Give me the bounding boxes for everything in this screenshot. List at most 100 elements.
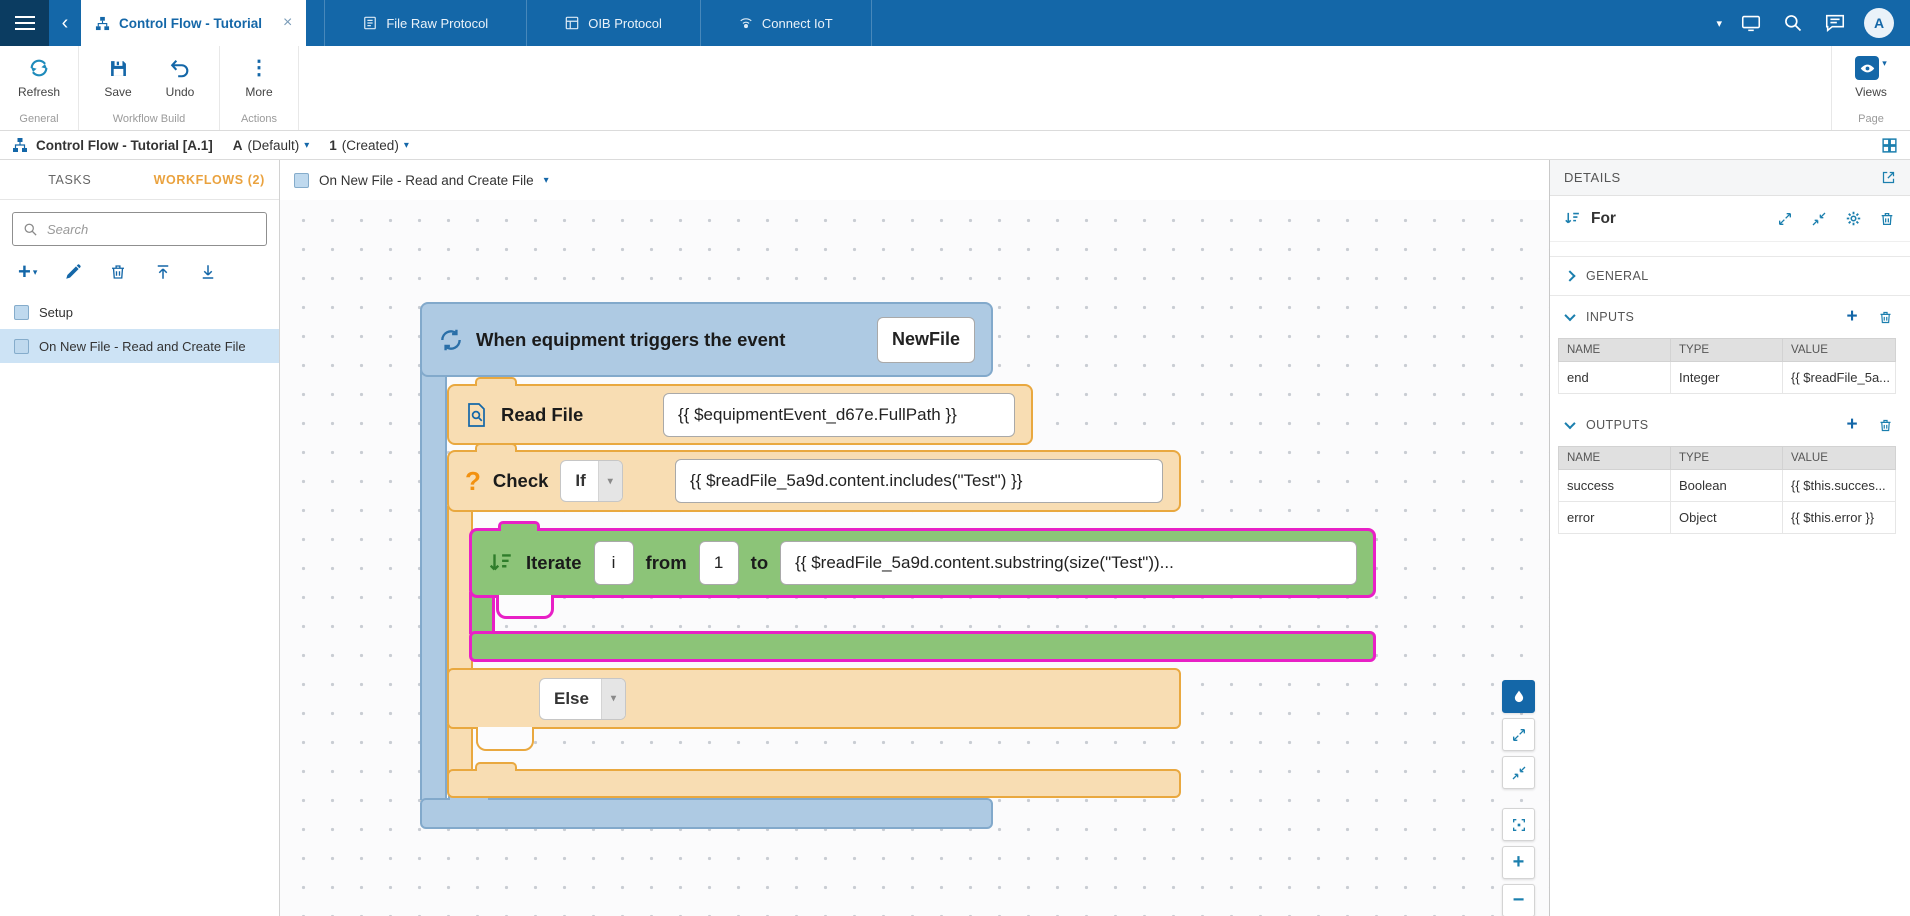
workflow-list: Setup On New File - Read and Create File — [0, 295, 279, 363]
column-header: TYPE — [1671, 447, 1783, 470]
version-selector[interactable]: A (Default) ▾ — [233, 138, 310, 153]
delete-workflow-button[interactable] — [109, 263, 127, 281]
collapse-node-icon[interactable] — [1810, 210, 1828, 228]
collapse-all-button[interactable] — [1502, 756, 1535, 789]
monitor-icon[interactable] — [1738, 10, 1764, 36]
table-row[interactable]: end Integer {{ $readFile_5a... — [1559, 362, 1896, 394]
table-row[interactable]: error Object {{ $this.error }} — [1559, 502, 1896, 534]
block-connector — [475, 443, 517, 452]
read-file-path-field[interactable]: {{ $equipmentEvent_d67e.FullPath }} — [663, 393, 1015, 437]
iterate-to-label: to — [751, 552, 768, 574]
popout-icon[interactable] — [1881, 170, 1896, 185]
section-outputs[interactable]: OUTPUTS + — [1550, 404, 1910, 446]
chevron-down-icon: ▾ — [33, 267, 38, 278]
zoom-out-button[interactable]: − — [1502, 884, 1535, 916]
back-button[interactable]: ‹ — [49, 0, 81, 46]
hamburger-menu-button[interactable] — [0, 0, 49, 46]
refresh-icon — [28, 56, 50, 80]
event-name-field[interactable]: NewFile — [877, 317, 975, 363]
arrow-up-to-line-icon — [154, 263, 172, 281]
back-icon: ‹ — [62, 12, 69, 35]
event-block-spine — [420, 370, 447, 800]
list-item-setup[interactable]: Setup — [0, 295, 279, 329]
refresh-button[interactable]: Refresh — [8, 53, 70, 110]
edit-workflow-button[interactable] — [64, 263, 82, 281]
undo-button[interactable]: Undo — [149, 53, 211, 110]
general-section-label: GENERAL — [1586, 269, 1649, 283]
else-selector[interactable]: Else ▾ — [539, 678, 626, 720]
save-button[interactable]: Save — [87, 53, 149, 110]
pencil-icon — [64, 263, 82, 281]
expand-all-button[interactable] — [1502, 718, 1535, 751]
add-input-button[interactable]: + — [1847, 308, 1859, 326]
avatar[interactable]: A — [1864, 8, 1894, 38]
workflow-actions: + ▾ — [0, 250, 279, 291]
iterate-block-spine — [469, 592, 495, 634]
read-file-block[interactable]: Read File {{ $equipmentEvent_d67e.FullPa… — [447, 384, 1033, 445]
ribbon-caption-general: General — [8, 110, 70, 127]
event-block[interactable]: When equipment triggers the event NewFil… — [420, 302, 993, 377]
output-value-cell[interactable]: {{ $this.succes... — [1783, 470, 1896, 502]
fit-view-button[interactable] — [1502, 808, 1535, 841]
tabs-overflow-chevron-icon[interactable]: ▾ — [1716, 17, 1722, 30]
check-block[interactable]: ? Check If ▾ {{ $readFile_5a9d.content.i… — [447, 450, 1181, 512]
tab-tasks[interactable]: TASKS — [0, 160, 140, 199]
input-value-cell[interactable]: {{ $readFile_5a... — [1783, 362, 1896, 394]
event-block-footer[interactable] — [420, 798, 993, 829]
section-general[interactable]: GENERAL — [1550, 256, 1910, 296]
section-inputs[interactable]: INPUTS + — [1550, 296, 1910, 338]
delete-node-icon[interactable] — [1878, 210, 1896, 228]
chevron-down-icon — [1564, 418, 1575, 429]
workflow-selector[interactable]: On New File - Read and Create File ▾ — [280, 160, 1549, 200]
revision-selector[interactable]: 1 (Created) ▾ — [329, 138, 409, 153]
add-output-button[interactable]: + — [1847, 416, 1859, 434]
grid-view-icon[interactable] — [1881, 137, 1898, 154]
page-title: Control Flow - Tutorial [A.1] — [36, 138, 213, 153]
add-workflow-button[interactable]: + ▾ — [18, 263, 37, 281]
settings-gear-icon[interactable] — [1844, 210, 1862, 228]
iterate-block[interactable]: Iterate i from 1 to {{ $readFile_5a9d.co… — [469, 528, 1376, 598]
iterate-variable-field[interactable]: i — [594, 541, 634, 585]
delete-input-button[interactable] — [1876, 308, 1894, 326]
hamburger-icon — [15, 12, 35, 34]
chat-icon[interactable] — [1822, 10, 1848, 36]
debug-drop-button[interactable] — [1502, 680, 1535, 713]
tab-control-flow-tutorial[interactable]: Control Flow - Tutorial × — [81, 0, 306, 46]
zoom-in-button[interactable]: + — [1502, 846, 1535, 879]
output-value-cell[interactable]: {{ $this.error }} — [1783, 502, 1896, 534]
table-row[interactable]: success Boolean {{ $this.succes... — [1559, 470, 1896, 502]
delete-output-button[interactable] — [1876, 416, 1894, 434]
chevron-right-icon — [1564, 270, 1575, 281]
ribbon-caption-workflow-build: Workflow Build — [87, 110, 211, 127]
search-icon[interactable] — [1780, 10, 1806, 36]
iterate-from-field[interactable]: 1 — [699, 541, 739, 585]
ribbon-caption-actions: Actions — [228, 110, 290, 127]
canvas-board[interactable]: When equipment triggers the event NewFil… — [280, 200, 1549, 916]
import-workflow-button[interactable] — [154, 263, 172, 281]
list-item-on-new-file[interactable]: On New File - Read and Create File — [0, 329, 279, 363]
tab-connect-iot[interactable]: Connect IoT — [701, 0, 872, 46]
expand-icon — [1511, 727, 1527, 743]
iterate-block-footer[interactable] — [469, 631, 1376, 662]
check-block-spine — [447, 724, 473, 774]
check-condition-field[interactable]: {{ $readFile_5a9d.content.includes("Test… — [675, 459, 1163, 503]
tab-workflows[interactable]: WORKFLOWS (2) — [140, 160, 280, 199]
close-tab-icon[interactable]: × — [283, 14, 292, 32]
search-input[interactable] — [47, 222, 256, 237]
output-type-cell: Object — [1671, 502, 1783, 534]
empty-slot-socket — [476, 727, 534, 751]
iterate-to-field[interactable]: {{ $readFile_5a9d.content.substring(size… — [780, 541, 1357, 585]
minus-icon: − — [1513, 889, 1525, 912]
check-block-footer[interactable] — [447, 769, 1181, 798]
more-button[interactable]: ⋮ More — [228, 53, 290, 110]
expand-node-icon[interactable] — [1776, 210, 1794, 228]
check-condition-selector[interactable]: If ▾ — [560, 460, 622, 502]
check-else-section[interactable]: Else ▾ — [447, 668, 1181, 729]
tab-label: File Raw Protocol — [386, 16, 488, 31]
tab-file-raw-protocol[interactable]: File Raw Protocol — [324, 0, 527, 46]
tab-oib-protocol[interactable]: OIB Protocol — [527, 0, 701, 46]
views-button[interactable]: ▾ Views — [1840, 53, 1902, 110]
active-tab-label: Control Flow - Tutorial — [119, 16, 262, 31]
export-workflow-button[interactable] — [199, 263, 217, 281]
more-icon: ⋮ — [249, 56, 269, 80]
